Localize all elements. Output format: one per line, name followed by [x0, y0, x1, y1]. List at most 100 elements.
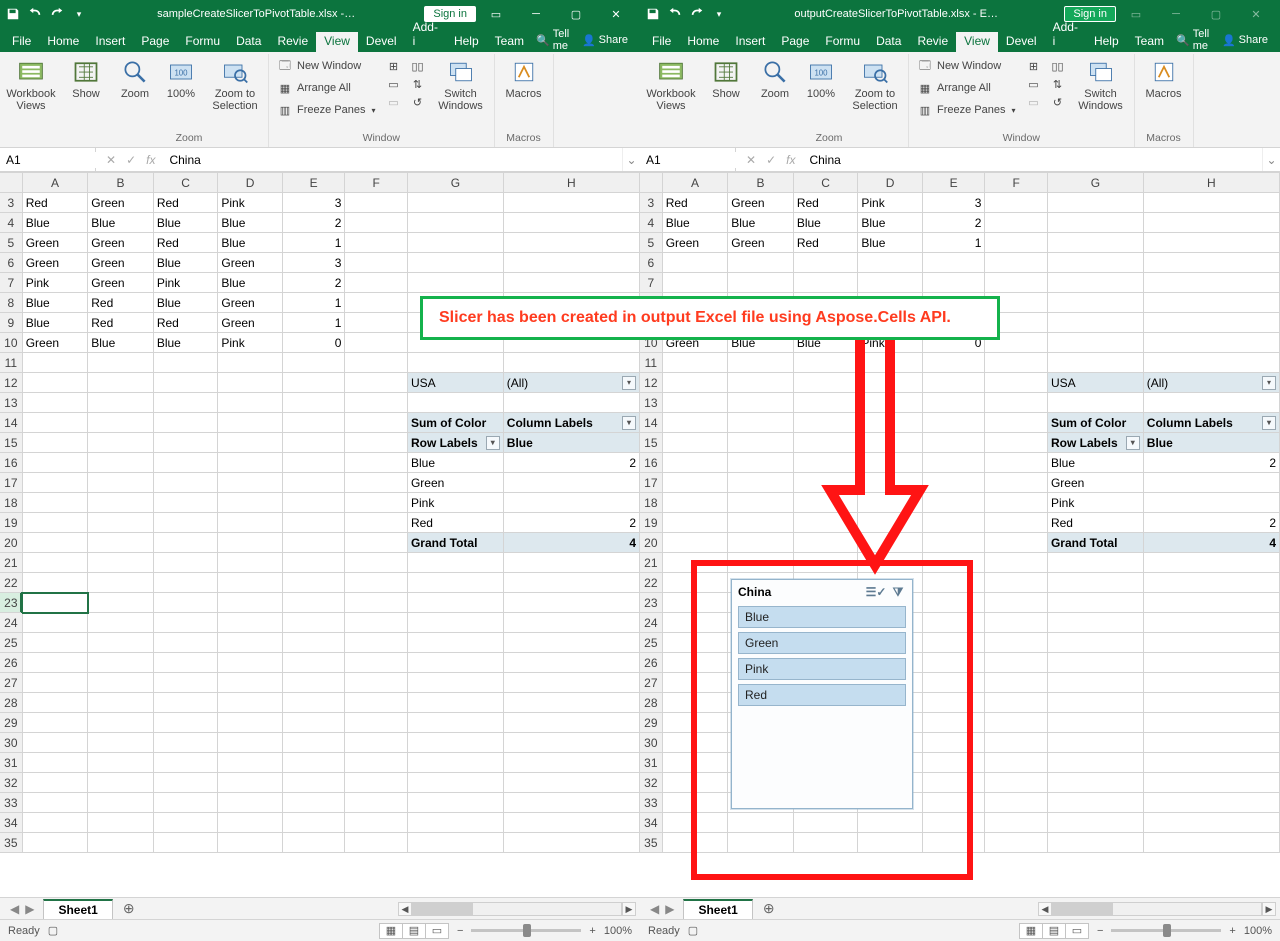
cell[interactable]: Green: [88, 193, 154, 213]
cell[interactable]: [282, 433, 345, 453]
row-header[interactable]: 35: [640, 833, 662, 853]
cell[interactable]: [282, 353, 345, 373]
column-header[interactable]: D: [218, 173, 283, 193]
cell[interactable]: 2: [922, 213, 985, 233]
cell[interactable]: Red: [793, 233, 858, 253]
column-header[interactable]: G: [1047, 173, 1143, 193]
slicer-item[interactable]: Red: [738, 684, 906, 706]
cell[interactable]: [985, 433, 1048, 453]
cell[interactable]: [345, 673, 408, 693]
cell[interactable]: [345, 293, 408, 313]
cell[interactable]: Column Labels▾: [503, 413, 639, 433]
cell[interactable]: [282, 713, 345, 733]
zoom-thumb[interactable]: [523, 924, 531, 937]
freeze-panes-button[interactable]: ▥Freeze Panes▾: [273, 100, 380, 120]
reset-pos-icon[interactable]: ↺: [1050, 94, 1066, 110]
name-box[interactable]: ▼: [640, 148, 736, 171]
zoom-100-button[interactable]: 100100%: [800, 56, 842, 102]
hscroll-track[interactable]: [412, 902, 622, 916]
cell[interactable]: [503, 653, 639, 673]
cell[interactable]: [22, 793, 88, 813]
cell[interactable]: [218, 693, 283, 713]
switch-windows-button[interactable]: Switch Windows: [432, 56, 490, 114]
cell[interactable]: [985, 253, 1048, 273]
cell[interactable]: [503, 633, 639, 653]
zoom-slider[interactable]: [1111, 929, 1221, 932]
enter-formula-icon[interactable]: ✓: [126, 153, 136, 167]
cell[interactable]: [1143, 733, 1279, 753]
cell[interactable]: Blue: [858, 213, 923, 233]
close-icon[interactable]: ✕: [1236, 0, 1276, 28]
cell[interactable]: Green: [218, 313, 283, 333]
cell[interactable]: [407, 773, 503, 793]
zoom-in-icon[interactable]: +: [589, 925, 595, 937]
cell[interactable]: [153, 693, 218, 713]
cell[interactable]: Green: [88, 273, 154, 293]
cell[interactable]: [345, 493, 408, 513]
cell[interactable]: [22, 773, 88, 793]
cell[interactable]: [1047, 733, 1143, 753]
qat-customize-icon[interactable]: ▾: [710, 5, 728, 23]
cell[interactable]: Grand Total: [407, 533, 503, 553]
cell[interactable]: [88, 833, 154, 853]
cell[interactable]: [985, 193, 1048, 213]
cell[interactable]: [22, 533, 88, 553]
cell[interactable]: [153, 653, 218, 673]
cell[interactable]: [88, 753, 154, 773]
row-header[interactable]: 25: [640, 633, 662, 653]
column-header[interactable]: B: [728, 173, 794, 193]
row-header[interactable]: 30: [640, 733, 662, 753]
cell[interactable]: [345, 313, 408, 333]
cell[interactable]: [345, 273, 408, 293]
cell[interactable]: [153, 773, 218, 793]
row-header[interactable]: 21: [640, 553, 662, 573]
cell[interactable]: [1047, 233, 1143, 253]
cell[interactable]: [503, 733, 639, 753]
cell[interactable]: Blue: [22, 213, 88, 233]
row-header[interactable]: 29: [640, 713, 662, 733]
cell[interactable]: [985, 713, 1048, 733]
cell[interactable]: [407, 813, 503, 833]
cell[interactable]: [407, 573, 503, 593]
cell[interactable]: [503, 773, 639, 793]
cell[interactable]: [153, 533, 218, 553]
tell-me-search[interactable]: 🔍Tell me: [1172, 28, 1214, 52]
sheet-tab-active[interactable]: Sheet1: [683, 899, 752, 919]
cell[interactable]: 2: [503, 513, 639, 533]
cell[interactable]: (All)▾: [1143, 373, 1279, 393]
column-header[interactable]: F: [985, 173, 1048, 193]
hide-icon[interactable]: ▭: [1026, 76, 1042, 92]
cell[interactable]: [407, 593, 503, 613]
row-header[interactable]: 8: [0, 293, 22, 313]
cell[interactable]: [88, 413, 154, 433]
row-header[interactable]: 19: [640, 513, 662, 533]
tab-view[interactable]: View: [316, 32, 358, 52]
cell[interactable]: 1: [282, 233, 345, 253]
cell[interactable]: [88, 713, 154, 733]
cell[interactable]: [985, 473, 1048, 493]
cell[interactable]: [503, 753, 639, 773]
cell[interactable]: [503, 613, 639, 633]
cell[interactable]: [407, 273, 503, 293]
cell[interactable]: [218, 533, 283, 553]
macros-button[interactable]: Macros: [1139, 56, 1189, 102]
show-button[interactable]: Show: [66, 56, 106, 102]
cell[interactable]: Red: [1047, 513, 1143, 533]
cell[interactable]: Pink: [1047, 493, 1143, 513]
cell[interactable]: [218, 733, 283, 753]
cell[interactable]: [282, 673, 345, 693]
cell[interactable]: Green: [22, 333, 88, 353]
cell[interactable]: [282, 493, 345, 513]
cell[interactable]: [153, 593, 218, 613]
cell[interactable]: 3: [282, 193, 345, 213]
zoom-button[interactable]: Zoom: [114, 56, 156, 102]
row-header[interactable]: 4: [640, 213, 662, 233]
cell[interactable]: [985, 353, 1048, 373]
tab-addins[interactable]: Add-i: [405, 18, 446, 52]
tab-file[interactable]: File: [4, 32, 39, 52]
cell[interactable]: [345, 633, 408, 653]
cell[interactable]: [282, 373, 345, 393]
cell[interactable]: [153, 573, 218, 593]
cell[interactable]: [1143, 593, 1279, 613]
cell[interactable]: [282, 833, 345, 853]
